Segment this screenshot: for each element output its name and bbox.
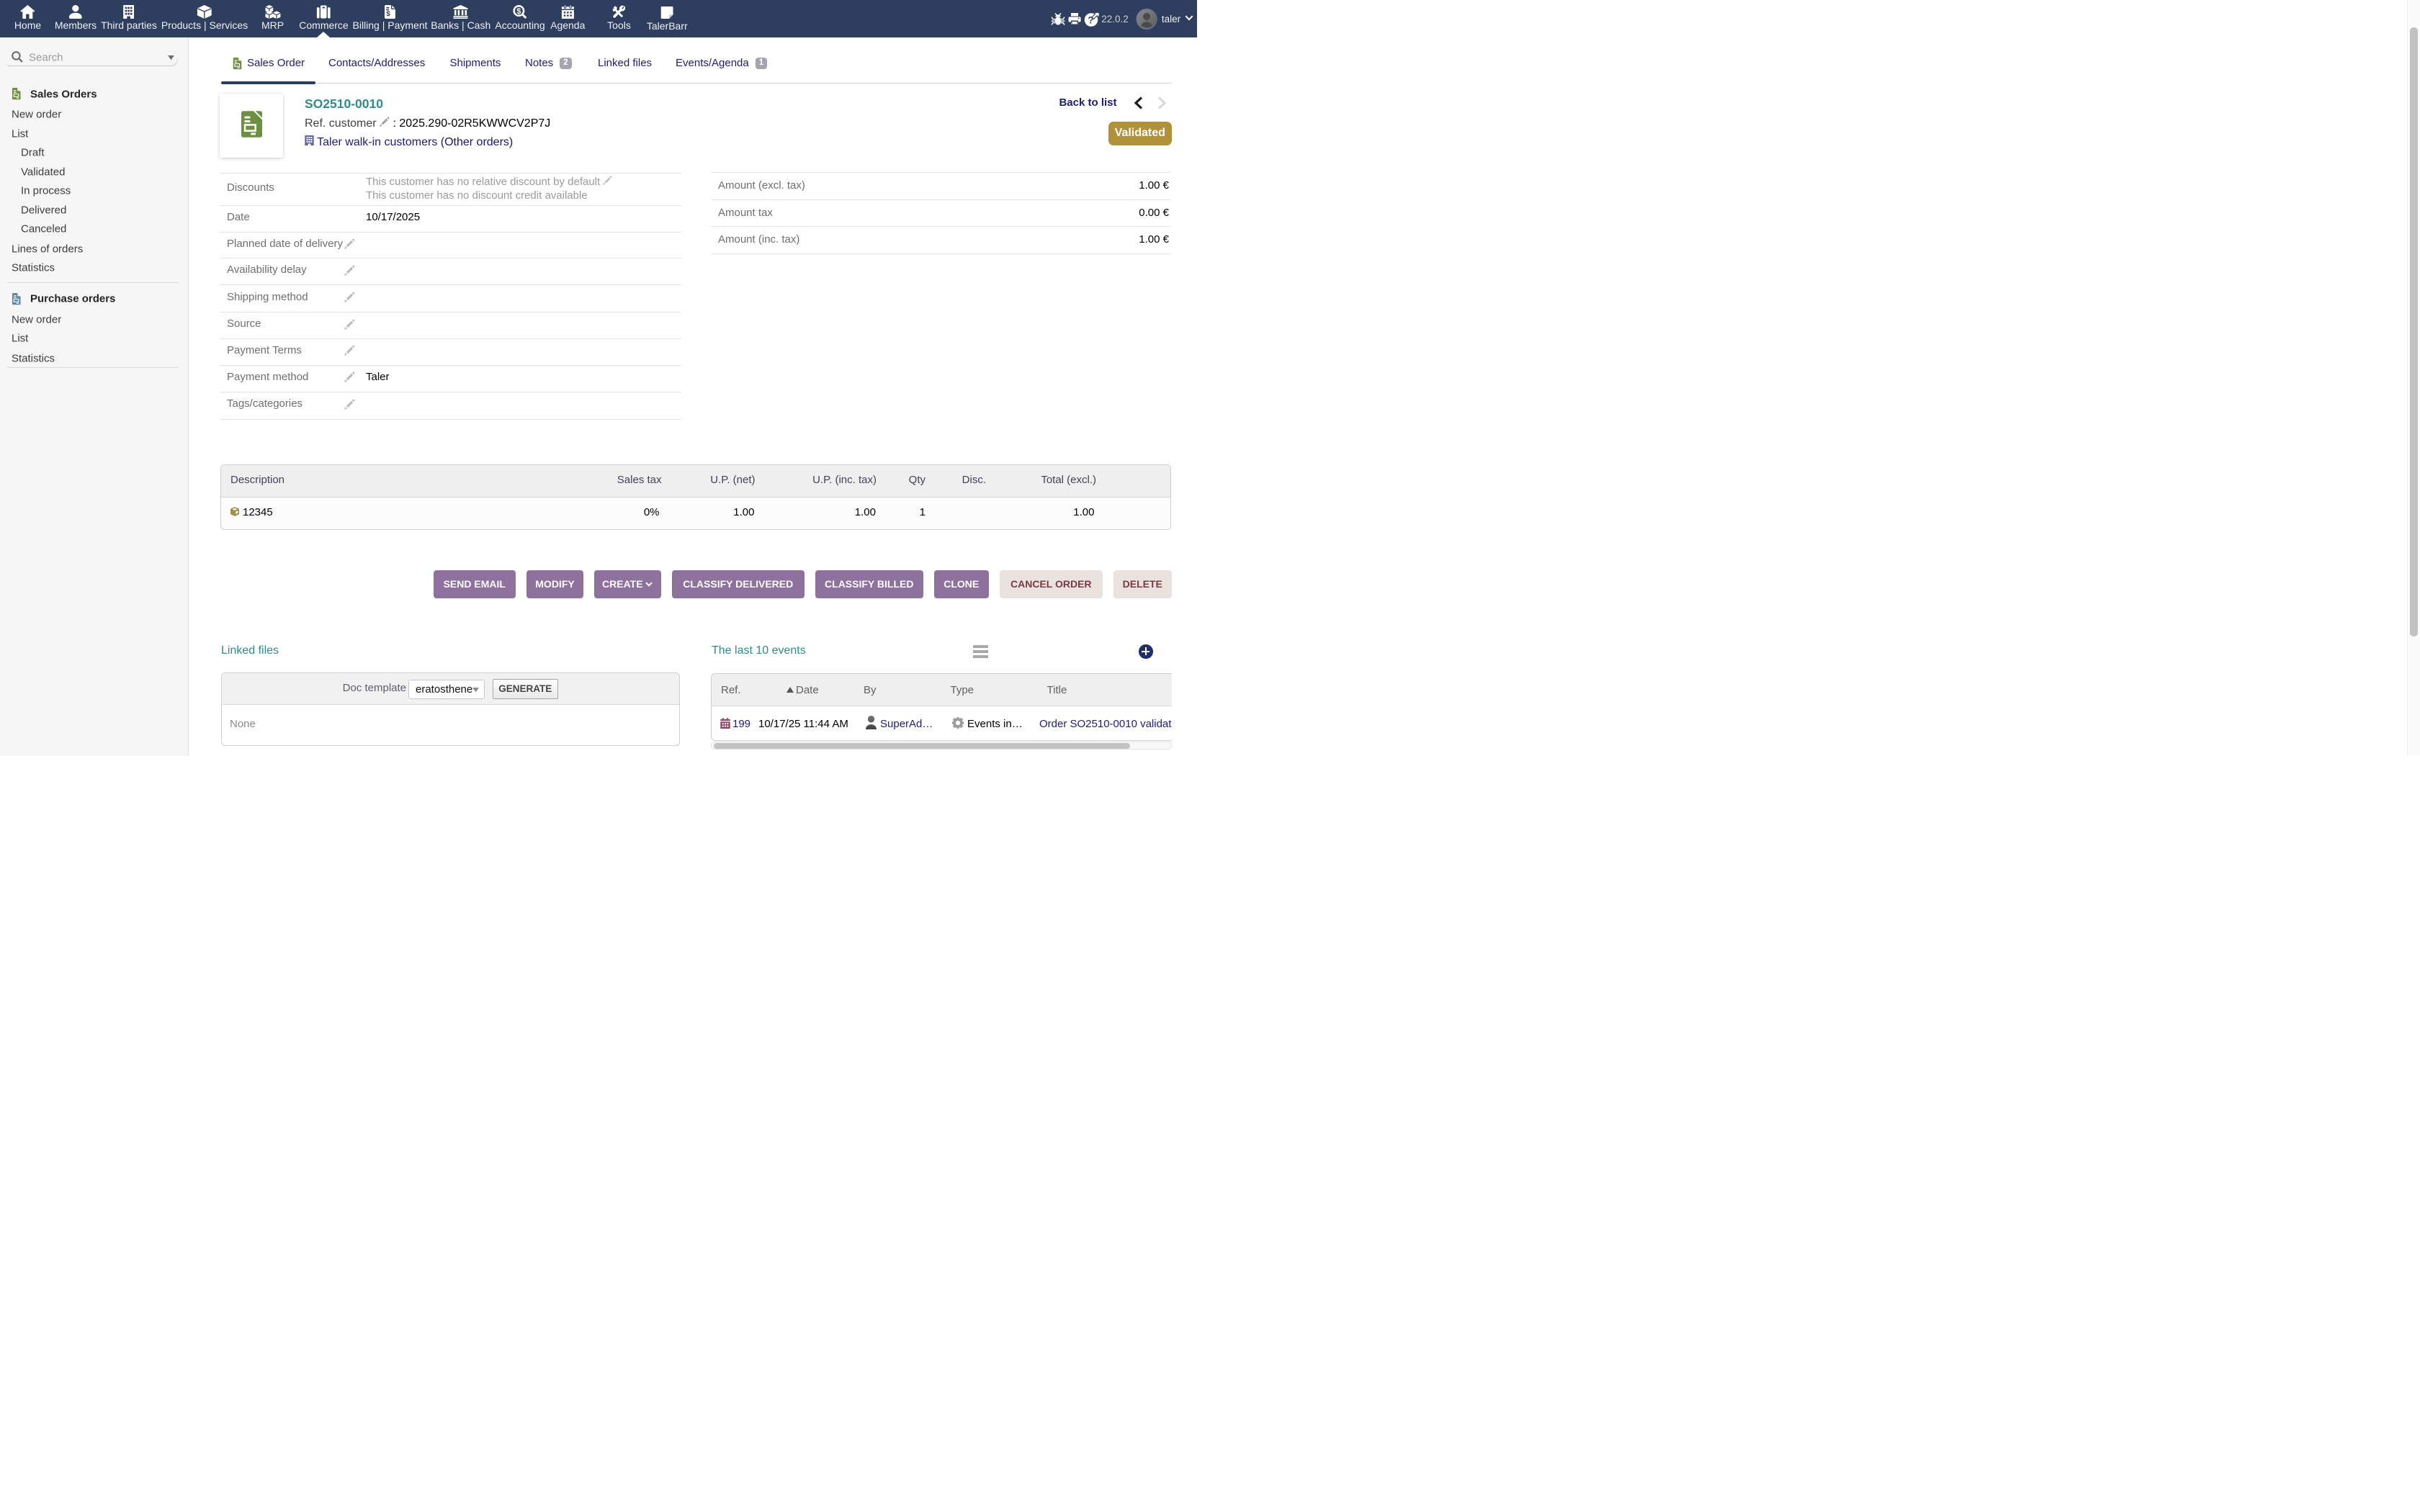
svg-text:$: $ <box>516 7 521 16</box>
svg-text:$: $ <box>386 10 390 18</box>
svg-text:?: ? <box>1088 14 1093 25</box>
